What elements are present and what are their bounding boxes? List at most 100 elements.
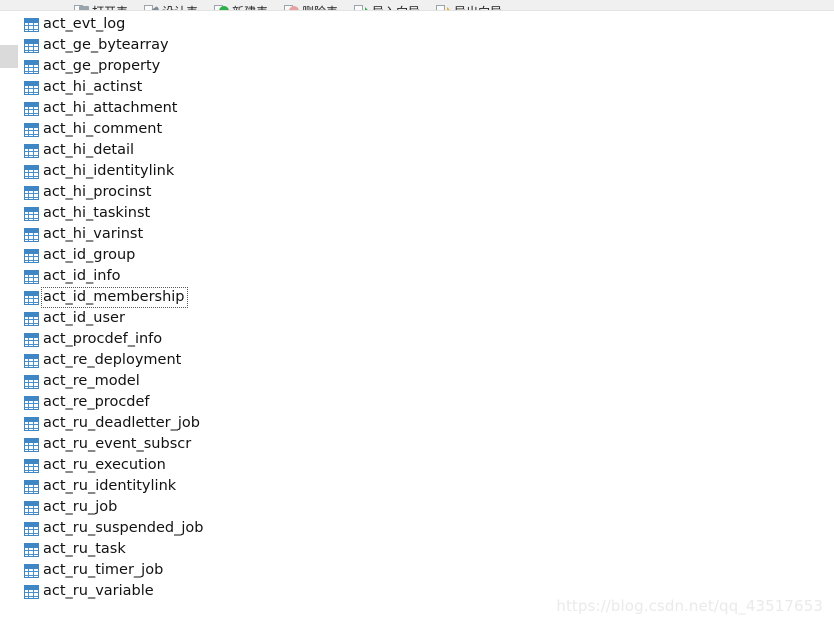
scrollbar-thumb[interactable] bbox=[0, 45, 18, 68]
table-list-item[interactable]: act_ge_bytearray bbox=[18, 35, 834, 56]
table-grid-icon bbox=[24, 122, 39, 137]
table-list-item[interactable]: act_re_deployment bbox=[18, 350, 834, 371]
table-name-label: act_ru_suspended_job bbox=[43, 520, 204, 536]
table-grid-icon bbox=[24, 185, 39, 200]
table-list-item[interactable]: act_id_user bbox=[18, 308, 834, 329]
table-grid-icon bbox=[24, 206, 39, 221]
content-area: act_evt_log act_ge_bytearray act_ge_proper… bbox=[0, 11, 834, 625]
table-grid-icon bbox=[24, 101, 39, 116]
table-grid-icon bbox=[24, 584, 39, 599]
table-list-item[interactable]: act_evt_log bbox=[18, 14, 834, 35]
table-list-item[interactable]: act_ru_suspended_job bbox=[18, 518, 834, 539]
table-name-label: act_procdef_info bbox=[43, 331, 163, 347]
table-name-label: act_hi_identitylink bbox=[43, 163, 175, 179]
vertical-scrollbar[interactable] bbox=[0, 11, 18, 625]
toolbar-button-label: 导入向导 bbox=[372, 6, 420, 11]
open-table-icon bbox=[74, 4, 89, 10]
table-list-item[interactable]: act_ru_identitylink bbox=[18, 476, 834, 497]
delete-table-icon bbox=[284, 4, 300, 10]
table-grid-icon bbox=[24, 38, 39, 53]
table-grid-icon bbox=[24, 227, 39, 242]
table-name-label: act_hi_actinst bbox=[43, 79, 143, 95]
table-name-label: act_hi_detail bbox=[43, 142, 135, 158]
toolbar: 打开表 设计表 新建表 删除表 导入向导 导出向导 bbox=[0, 0, 834, 11]
table-list-item[interactable]: act_hi_attachment bbox=[18, 98, 834, 119]
table-grid-icon bbox=[24, 479, 39, 494]
table-name-label: act_hi_comment bbox=[43, 121, 163, 137]
table-grid-icon bbox=[24, 17, 39, 32]
design-table-icon bbox=[144, 4, 160, 10]
table-list-item[interactable]: act_hi_identitylink bbox=[18, 161, 834, 182]
table-name-label: act_re_deployment bbox=[43, 352, 182, 368]
scrollbar-track[interactable] bbox=[0, 11, 18, 625]
table-name-label: act_ru_job bbox=[43, 499, 118, 515]
table-grid-icon bbox=[24, 290, 39, 305]
table-name-label: act_id_info bbox=[43, 268, 121, 284]
import-wizard-icon bbox=[354, 4, 370, 10]
table-list-item[interactable]: act_ru_deadletter_job bbox=[18, 413, 834, 434]
table-list-item[interactable]: act_id_info bbox=[18, 266, 834, 287]
table-name-label: act_hi_attachment bbox=[43, 100, 178, 116]
table-list-item[interactable]: act_procdef_info bbox=[18, 329, 834, 350]
table-name-label: act_id_user bbox=[43, 310, 125, 326]
table-grid-icon bbox=[24, 395, 39, 410]
toolbar-button-label: 删除表 bbox=[302, 6, 338, 11]
table-grid-icon bbox=[24, 248, 39, 263]
toolbar-button-label: 设计表 bbox=[162, 6, 198, 11]
table-list-item[interactable]: act_ru_execution bbox=[18, 455, 834, 476]
toolbar-button-6[interactable]: 导出向导 bbox=[436, 0, 502, 11]
table-list-item[interactable]: act_re_model bbox=[18, 371, 834, 392]
table-grid-icon bbox=[24, 563, 39, 578]
table-name-label: act_id_group bbox=[43, 247, 136, 263]
table-name-label: act_hi_varinst bbox=[43, 226, 144, 242]
table-list-item[interactable]: act_ru_event_subscr bbox=[18, 434, 834, 455]
table-list-item[interactable]: act_id_membership bbox=[18, 287, 834, 308]
table-grid-icon bbox=[24, 59, 39, 74]
table-name-label: act_hi_taskinst bbox=[43, 205, 151, 221]
table-grid-icon bbox=[24, 542, 39, 557]
table-list-item[interactable]: act_hi_procinst bbox=[18, 182, 834, 203]
table-name-label: act_ru_event_subscr bbox=[43, 436, 192, 452]
table-list-item[interactable]: act_ge_property bbox=[18, 56, 834, 77]
table-grid-icon bbox=[24, 80, 39, 95]
table-list-item[interactable]: act_hi_actinst bbox=[18, 77, 834, 98]
table-name-label: act_hi_procinst bbox=[43, 184, 152, 200]
table-name-label: act_ru_identitylink bbox=[43, 478, 177, 494]
table-grid-icon bbox=[24, 164, 39, 179]
table-grid-icon bbox=[24, 143, 39, 158]
toolbar-button-3[interactable]: 新建表 bbox=[214, 0, 268, 11]
table-grid-icon bbox=[24, 374, 39, 389]
table-grid-icon bbox=[24, 437, 39, 452]
table-list-item[interactable]: act_ru_job bbox=[18, 497, 834, 518]
table-list-item[interactable]: act_id_group bbox=[18, 245, 834, 266]
toolbar-button-5[interactable]: 导入向导 bbox=[354, 0, 420, 11]
table-list-item[interactable]: act_re_procdef bbox=[18, 392, 834, 413]
table-name-label: act_re_procdef bbox=[43, 394, 150, 410]
table-list-item[interactable]: act_hi_varinst bbox=[18, 224, 834, 245]
toolbar-button-label: 打开表 bbox=[92, 6, 128, 11]
table-name-label: act_ru_variable bbox=[43, 583, 154, 599]
table-grid-icon bbox=[24, 500, 39, 515]
table-name-label: act_ru_timer_job bbox=[43, 562, 164, 578]
toolbar-button-label: 新建表 bbox=[232, 6, 268, 11]
new-table-icon bbox=[214, 4, 230, 10]
toolbar-button-label: 导出向导 bbox=[454, 6, 502, 11]
table-name-label: act_id_membership bbox=[41, 287, 188, 308]
table-list-item[interactable]: act_ru_task bbox=[18, 539, 834, 560]
toolbar-button-1[interactable]: 打开表 bbox=[74, 0, 128, 11]
export-wizard-icon bbox=[436, 4, 452, 10]
toolbar-button-2[interactable]: 设计表 bbox=[144, 0, 198, 11]
table-grid-icon bbox=[24, 521, 39, 536]
table-list-item[interactable]: act_hi_comment bbox=[18, 119, 834, 140]
table-list-item[interactable]: act_hi_detail bbox=[18, 140, 834, 161]
table-grid-icon bbox=[24, 353, 39, 368]
watermark: https://blog.csdn.net/qq_43517653 bbox=[556, 597, 823, 615]
table-name-label: act_ge_bytearray bbox=[43, 37, 169, 53]
table-name-label: act_ru_execution bbox=[43, 457, 166, 473]
table-list-item[interactable]: act_ru_timer_job bbox=[18, 560, 834, 581]
table-name-label: act_ru_task bbox=[43, 541, 126, 557]
table-grid-icon bbox=[24, 269, 39, 284]
table-list-item[interactable]: act_hi_taskinst bbox=[18, 203, 834, 224]
table-list[interactable]: act_evt_log act_ge_bytearray act_ge_proper… bbox=[18, 11, 834, 625]
toolbar-button-4[interactable]: 删除表 bbox=[284, 0, 338, 11]
